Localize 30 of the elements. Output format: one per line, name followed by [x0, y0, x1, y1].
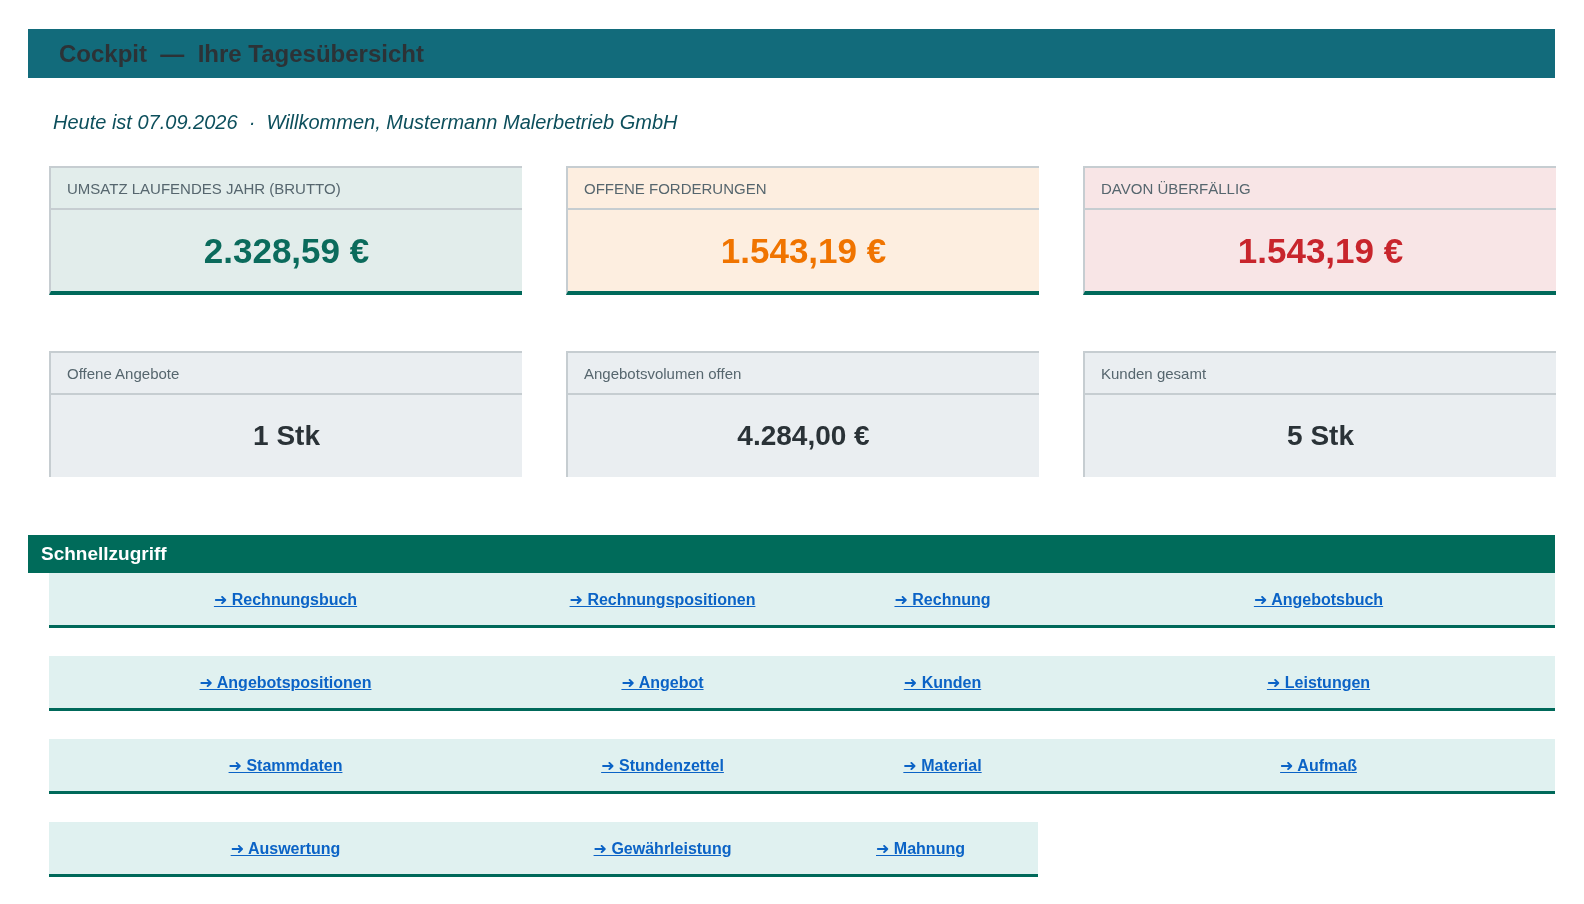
- quick-link[interactable]: ➜ Mahnung: [876, 838, 965, 858]
- quick-link[interactable]: ➜ Rechnungspositionen: [569, 589, 756, 609]
- stat-value: 4.284,00 €: [737, 420, 870, 452]
- quick-link[interactable]: ➜ Leistungen: [1266, 672, 1371, 692]
- quick-link[interactable]: ➜ Aufmaß: [1280, 755, 1357, 775]
- quick-link[interactable]: ➜ Material: [903, 755, 982, 775]
- quick-link[interactable]: ➜ Stundenzettel: [601, 755, 724, 775]
- kpi-value: 1.543,19 €: [1237, 230, 1404, 271]
- stat-label: Kunden gesamt: [1101, 364, 1207, 382]
- quick-link[interactable]: ➜ Auswertung: [230, 838, 341, 858]
- greeting-text: Heute ist 07.09.2026 · Willkommen, Mustermann Malerbetrieb GmbH: [53, 111, 678, 133]
- stat-value: 5 Stk: [1287, 420, 1354, 452]
- kpi-label: DAVON ÜBERFÄLLIG: [1101, 179, 1251, 197]
- quick-link[interactable]: ➜ Angebotsbuch: [1253, 589, 1384, 609]
- quick-link[interactable]: ➜ Gewährleistung: [593, 838, 732, 858]
- quick-link[interactable]: ➜ Kunden: [903, 672, 982, 692]
- section-title: Schnellzugriff: [41, 543, 167, 565]
- kpi-label: OFFENE FORDERUNGEN: [584, 179, 767, 197]
- kpi-label: UMSATZ LAUFENDES JAHR (BRUTTO): [67, 179, 341, 197]
- page-title: Cockpit — Ihre Tagesübersicht: [59, 39, 424, 68]
- stat-label: Angebotsvolumen offen: [584, 364, 742, 382]
- kpi-value: 1.543,19 €: [720, 230, 887, 271]
- stat-label: Offene Angebote: [67, 364, 180, 382]
- quick-link[interactable]: ➜ Rechnung: [894, 589, 991, 609]
- quick-link[interactable]: ➜ Stammdaten: [228, 755, 343, 775]
- quick-link[interactable]: ➜ Rechnungsbuch: [213, 589, 358, 609]
- stat-value: 1 Stk: [253, 420, 320, 452]
- kpi-value: 2.328,59 €: [203, 230, 370, 271]
- quick-link[interactable]: ➜ Angebot: [621, 672, 704, 692]
- quick-link[interactable]: ➜ Angebotspositionen: [199, 672, 372, 692]
